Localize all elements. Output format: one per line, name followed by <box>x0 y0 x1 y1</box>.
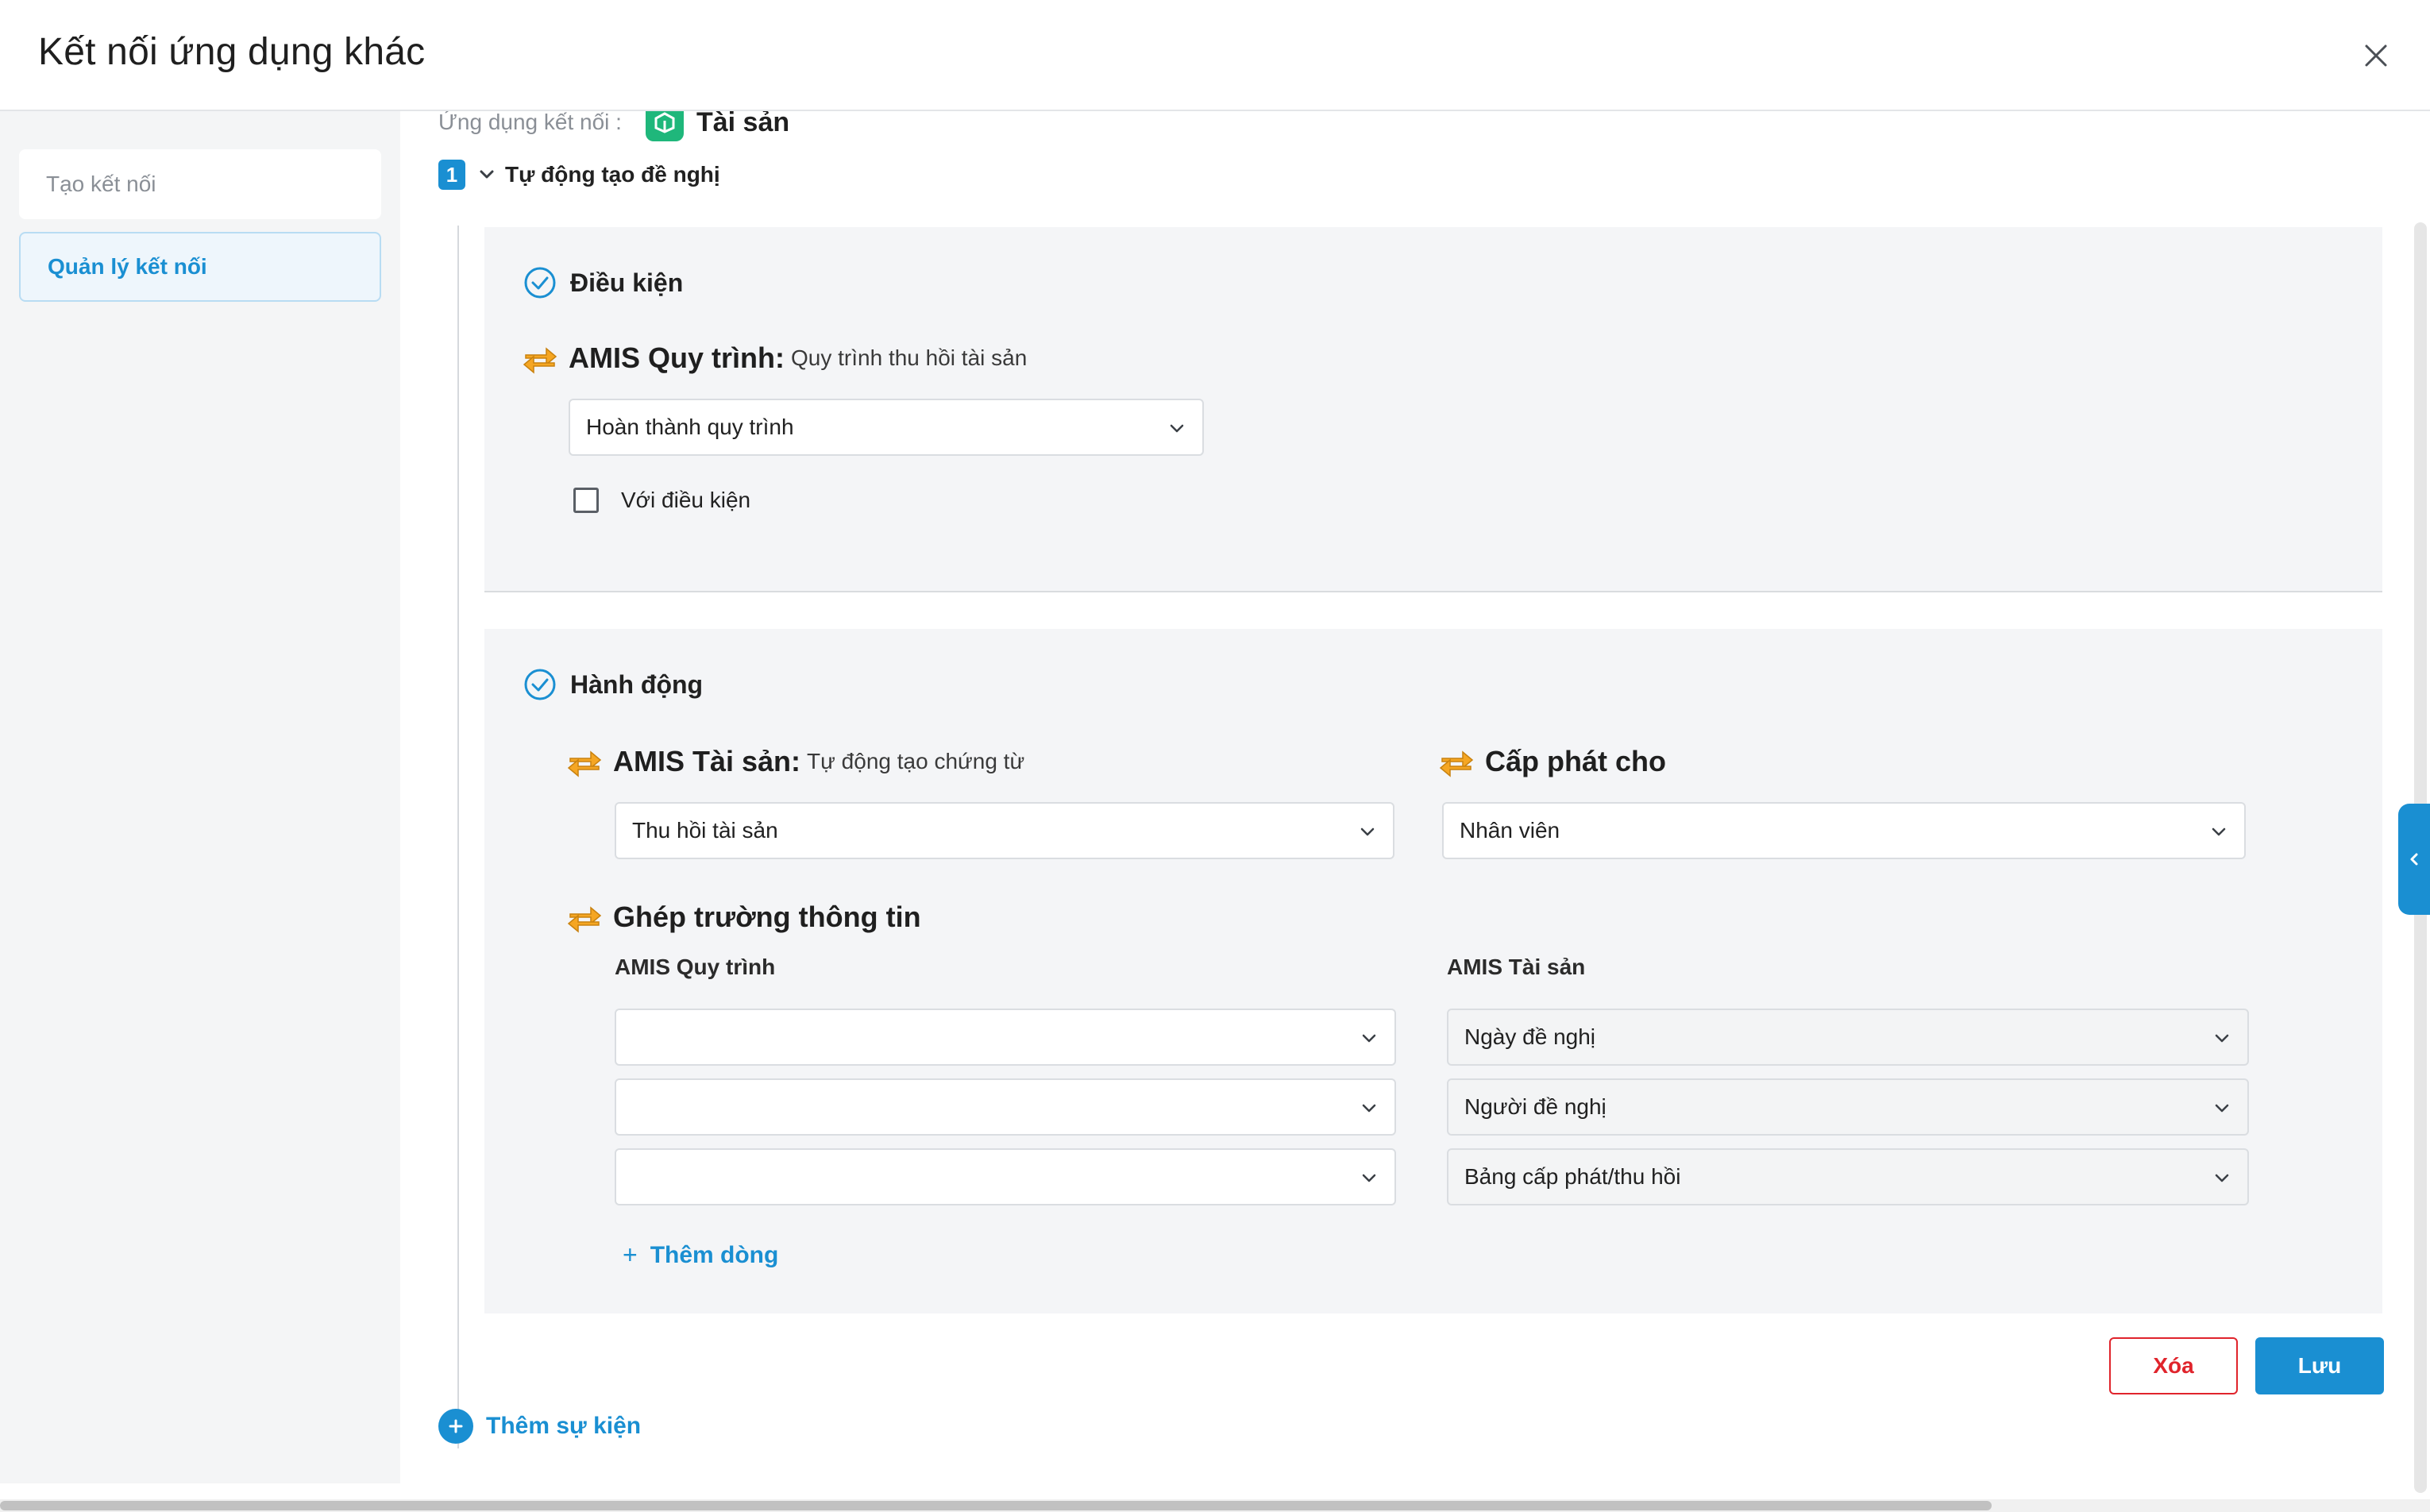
timeline-line <box>457 226 459 1448</box>
event-index-badge: 1 <box>438 160 465 190</box>
chevron-down-icon <box>1170 424 1184 433</box>
collapse-panel-button[interactable] <box>2398 804 2430 915</box>
trigger-select-value: Hoàn thành quy trình <box>586 415 794 439</box>
connected-app-row: Ứng dụng kết nối : Tài sản <box>438 111 789 146</box>
chevron-down-icon <box>2215 1034 2229 1043</box>
assign-label: Cấp phát cho <box>1485 745 1667 777</box>
action-heading: Hành động <box>523 667 703 702</box>
document-type-value: Thu hồi tài sản <box>632 818 778 843</box>
action-section: Hành động AMIS Tài sản: Tự động tạo chứn… <box>484 629 2382 1313</box>
source-app-heading: AMIS Quy trình: Quy trình thu hồi tài sả… <box>523 341 1027 375</box>
mapping-target-select[interactable]: Bảng cấp phát/thu hồi <box>1447 1148 2249 1205</box>
target-app-heading: AMIS Tài sản: Tự động tạo chứng từ <box>567 745 1024 778</box>
check-circle-icon <box>524 669 556 700</box>
mapping-title: Ghép trường thông tin <box>613 901 921 933</box>
delete-button[interactable]: Xóa <box>2109 1337 2238 1394</box>
page: Kết nối ứng dụng khác Tạo kết nối Quản l… <box>0 0 2430 1512</box>
close-icon[interactable] <box>2359 38 2393 73</box>
event-title: Tự động tạo đề nghị <box>505 162 720 187</box>
swap-arrows-icon <box>567 750 602 777</box>
connected-app-name: Tài sản <box>696 111 790 137</box>
chevron-down-icon <box>1362 1104 1376 1113</box>
sidebar-item-create-connection[interactable]: Tạo kết nối <box>19 149 381 219</box>
mapping-target-select[interactable]: Ngày đề nghị <box>1447 1009 2249 1066</box>
chevron-down-icon <box>1362 1174 1376 1182</box>
source-process-name: Quy trình thu hồi tài sản <box>791 345 1028 370</box>
document-type-select[interactable]: Thu hồi tài sản <box>615 802 1394 859</box>
mapping-column-source: AMIS Quy trình <box>615 955 776 979</box>
assign-heading: Cấp phát cho <box>1439 745 1666 778</box>
condition-section: Điều kiện AMIS Quy trình: Quy trình thu … <box>484 227 2382 592</box>
main-content: Ứng dụng kết nối : Tài sản 1 Tự động tạo… <box>400 111 2430 1483</box>
condition-title: Điều kiện <box>570 268 684 297</box>
horizontal-scrollbar-thumb[interactable] <box>0 1501 1992 1510</box>
dialog-title: Kết nối ứng dụng khác <box>38 31 426 73</box>
save-button[interactable]: Lưu <box>2255 1337 2384 1394</box>
mapping-heading: Ghép trường thông tin <box>567 901 921 934</box>
source-app-name: AMIS Quy trình: <box>569 341 785 374</box>
swap-arrows-icon <box>567 906 602 933</box>
sidebar-item-label: Quản lý kết nối <box>48 254 207 279</box>
mapping-target-select[interactable]: Người đề nghị <box>1447 1078 2249 1136</box>
check-circle-icon <box>524 267 556 299</box>
event-header[interactable]: 1 Tự động tạo đề nghị <box>438 159 720 191</box>
assign-select[interactable]: Nhân viên <box>1442 802 2246 859</box>
mapping-source-select[interactable] <box>615 1078 1396 1136</box>
mapping-source-select[interactable] <box>615 1009 1396 1066</box>
with-condition-row: Với điều kiện <box>573 488 750 513</box>
add-event-label: Thêm sự kiện <box>486 1413 642 1439</box>
mapping-column-target: AMIS Tài sản <box>1447 955 1586 979</box>
action-title: Hành động <box>570 669 704 699</box>
chevron-left-icon <box>2410 853 2418 866</box>
chevron-down-icon[interactable] <box>476 164 497 185</box>
add-row-label: Thêm dòng <box>650 1241 779 1268</box>
chevron-down-icon <box>1360 827 1375 836</box>
mapping-target-value: Bảng cấp phát/thu hồi <box>1464 1164 1681 1189</box>
chevron-down-icon <box>1362 1034 1376 1043</box>
sidebar-item-label: Tạo kết nối <box>46 172 156 196</box>
sidebar-item-manage-connections[interactable]: Quản lý kết nối <box>19 232 381 302</box>
asset-app-logo-icon <box>645 111 684 141</box>
assign-value: Nhân viên <box>1460 818 1560 843</box>
target-app-name: AMIS Tài sản: <box>613 745 801 777</box>
swap-arrows-icon <box>1439 750 1474 777</box>
sidebar: Tạo kết nối Quản lý kết nối <box>0 111 400 1483</box>
mapping-target-value: Ngày đề nghị <box>1464 1024 1596 1049</box>
chevron-down-icon <box>2212 827 2226 836</box>
plus-icon: + <box>623 1240 638 1269</box>
condition-heading: Điều kiện <box>523 265 683 300</box>
with-condition-label: Với điều kiện <box>621 488 751 512</box>
chevron-down-icon <box>2215 1174 2229 1182</box>
target-app-desc: Tự động tạo chứng từ <box>807 749 1025 773</box>
swap-arrows-icon <box>523 347 557 374</box>
dialog-header: Kết nối ứng dụng khác <box>0 0 2430 111</box>
trigger-select[interactable]: Hoàn thành quy trình <box>569 399 1204 456</box>
chevron-down-icon <box>2215 1104 2229 1113</box>
with-condition-checkbox[interactable] <box>573 488 599 513</box>
mapping-source-select[interactable] <box>615 1148 1396 1205</box>
mapping-target-value: Người đề nghị <box>1464 1094 1606 1119</box>
add-event-button[interactable]: Thêm sự kiện <box>438 1409 641 1444</box>
connected-app-label: Ứng dụng kết nối : <box>438 111 622 134</box>
plus-circle-icon <box>438 1409 473 1444</box>
add-row-button[interactable]: + Thêm dòng <box>623 1240 778 1270</box>
